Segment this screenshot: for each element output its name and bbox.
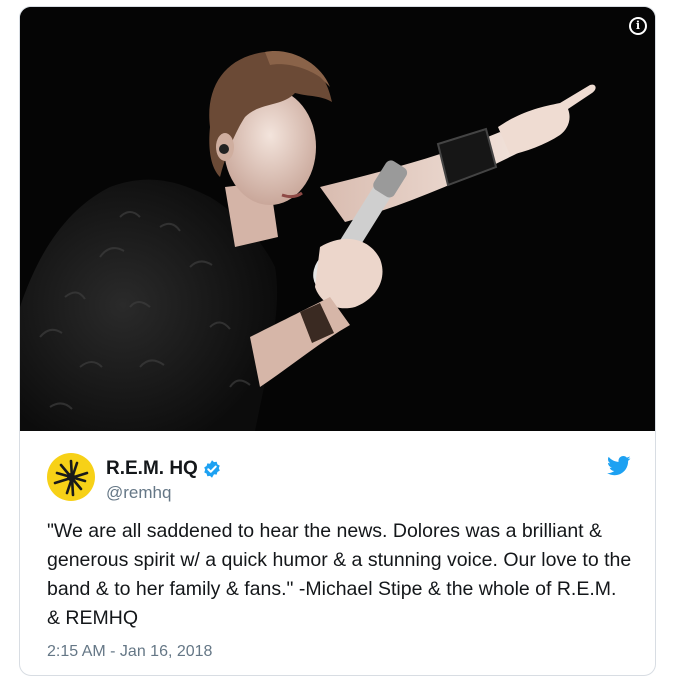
author-handle[interactable]: @remhq — [106, 483, 222, 503]
name-row: R.E.M. HQ — [106, 458, 222, 480]
verified-badge-icon — [204, 460, 220, 478]
tweet-text: "We are all saddened to hear the news. D… — [47, 520, 632, 629]
singer-photo-illustration — [20, 7, 655, 431]
author-names: R.E.M. HQ @remhq — [106, 458, 222, 503]
avatar[interactable] — [47, 453, 95, 501]
info-icon[interactable]: i — [629, 17, 647, 35]
tweet-photo[interactable]: i — [20, 7, 655, 431]
tweet-card[interactable]: i R.E.M. HQ @remhq "We are all saddened … — [19, 6, 656, 676]
tweet-author[interactable]: R.E.M. HQ @remhq — [47, 453, 635, 505]
twitter-bird-icon[interactable] — [607, 455, 631, 477]
tweet-timestamp[interactable]: 2:15 AM - Jan 16, 2018 — [47, 643, 212, 661]
author-display-name[interactable]: R.E.M. HQ — [106, 458, 198, 480]
rem-star-logo-icon — [53, 459, 89, 497]
